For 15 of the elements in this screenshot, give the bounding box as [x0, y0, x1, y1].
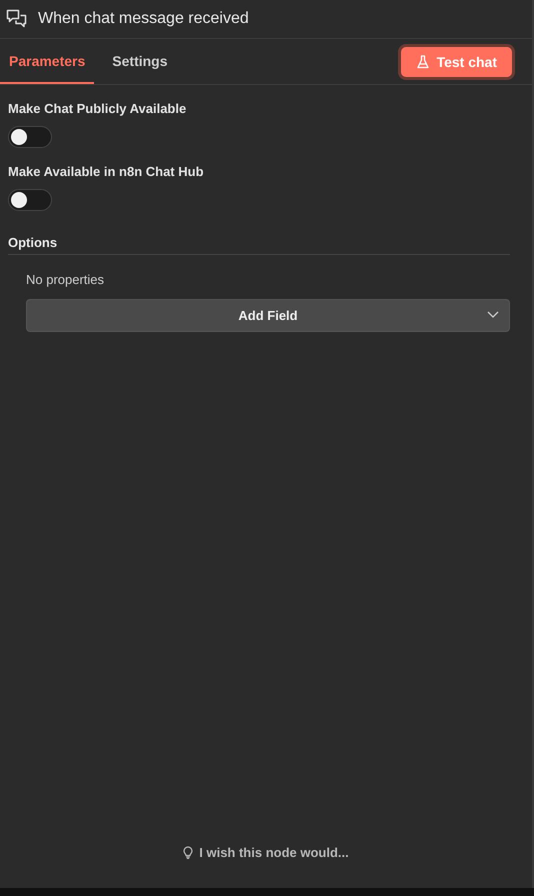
toggle-switch[interactable] [8, 126, 52, 148]
flask-icon [416, 54, 429, 68]
chevron-down-icon [487, 311, 499, 319]
empty-message: No properties [26, 272, 106, 287]
chat-icon [6, 8, 28, 30]
toggle-switch[interactable] [8, 189, 52, 211]
add-field-dropdown[interactable]: Add Field [26, 299, 510, 332]
field-label: Make Available in n8n Chat Hub [8, 164, 205, 179]
lightbulb-icon [183, 846, 194, 859]
tab[interactable]: Parameters [0, 39, 94, 84]
field-label: Make Chat Publicly Available [8, 101, 188, 116]
feedback-link[interactable]: I wish this node would... [183, 845, 349, 860]
node-title: When chat message received [38, 10, 249, 28]
tab[interactable]: Settings [103, 39, 177, 84]
section-title: Options [8, 235, 510, 255]
